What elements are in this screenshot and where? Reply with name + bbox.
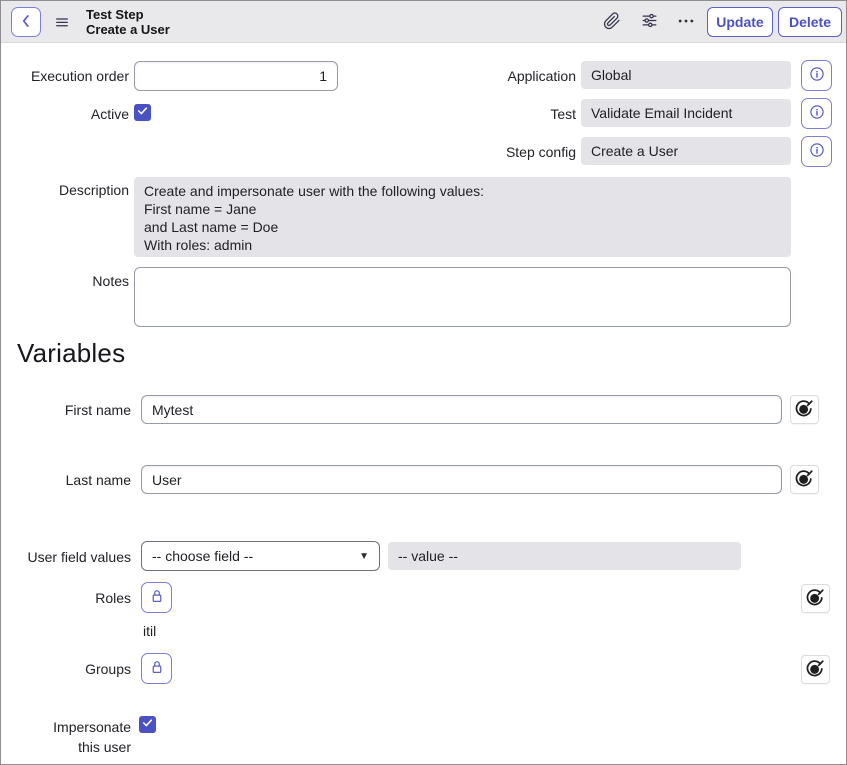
active-label: Active (1, 106, 129, 123)
user-field-values-label: User field values (1, 549, 131, 566)
active-checkbox[interactable] (134, 104, 151, 121)
roles-lock-button[interactable] (141, 582, 172, 613)
info-icon (807, 64, 827, 87)
roles-label: Roles (1, 590, 131, 607)
lock-icon (147, 657, 167, 680)
impersonate-this-user-checkbox[interactable] (139, 716, 156, 733)
user-field-select-value: -- choose field -- (152, 548, 253, 564)
first-name-data-pill-toggle-button[interactable] (790, 395, 819, 424)
back-button[interactable] (11, 7, 41, 37)
data-pill-toggle-icon (794, 468, 815, 492)
step-config-reference-info-button[interactable] (801, 136, 832, 167)
first-name-input[interactable] (141, 395, 782, 424)
application-label: Application (421, 68, 576, 85)
application-reference-info-button[interactable] (801, 60, 832, 91)
chevron-left-icon (15, 10, 37, 35)
attachment-button[interactable] (601, 11, 623, 33)
groups-label: Groups (1, 661, 131, 678)
paperclip-icon (603, 12, 621, 33)
test-value: Validate Email Incident (581, 99, 791, 127)
description-label: Description (1, 182, 129, 199)
checkmark-icon (141, 716, 154, 734)
personalize-form-button[interactable] (638, 11, 660, 33)
context-menu-button[interactable] (51, 12, 73, 34)
step-config-value: Create a User (581, 137, 791, 165)
record-type-title: Test Step (86, 7, 170, 22)
ellipsis-icon (676, 11, 696, 34)
roles-data-pill-toggle-button[interactable] (801, 584, 830, 613)
chevron-down-icon: ▼ (359, 551, 369, 562)
roles-value: itil (143, 623, 156, 639)
checkmark-icon (136, 104, 149, 122)
application-value: Global (581, 61, 791, 89)
info-icon (807, 102, 827, 125)
groups-lock-button[interactable] (141, 653, 172, 684)
test-reference-info-button[interactable] (801, 98, 832, 129)
data-pill-toggle-icon (805, 587, 826, 611)
last-name-label: Last name (1, 472, 131, 489)
last-name-data-pill-toggle-button[interactable] (790, 465, 819, 494)
test-label: Test (421, 106, 576, 123)
form-header: Test Step Create a User (1, 1, 846, 43)
notes-label: Notes (1, 273, 129, 290)
execution-order-input[interactable] (134, 61, 338, 91)
page-title: Test Step Create a User (86, 7, 170, 37)
update-button[interactable]: Update (707, 7, 773, 37)
last-name-input[interactable] (141, 465, 782, 494)
description-value: Create and impersonate user with the fol… (134, 177, 791, 257)
delete-button[interactable]: Delete (778, 7, 842, 37)
first-name-label: First name (1, 402, 131, 419)
lock-icon (147, 586, 167, 609)
impersonate-this-user-label: Impersonate this user (1, 717, 131, 757)
user-field-value-placeholder: -- value -- (388, 542, 741, 570)
notes-textarea[interactable] (134, 267, 791, 327)
data-pill-toggle-icon (805, 658, 826, 682)
variables-section-heading: Variables (17, 338, 125, 369)
test-step-form-page: Test Step Create a User (0, 0, 847, 765)
groups-data-pill-toggle-button[interactable] (801, 655, 830, 684)
data-pill-toggle-icon (794, 398, 815, 422)
user-field-select[interactable]: -- choose field -- ▼ (141, 541, 380, 571)
hamburger-icon (53, 13, 71, 34)
more-options-button[interactable] (675, 11, 697, 33)
record-name-title: Create a User (86, 22, 170, 37)
execution-order-label: Execution order (1, 68, 129, 85)
info-icon (807, 140, 827, 163)
sliders-icon (640, 11, 659, 33)
step-config-label: Step config (421, 144, 576, 161)
